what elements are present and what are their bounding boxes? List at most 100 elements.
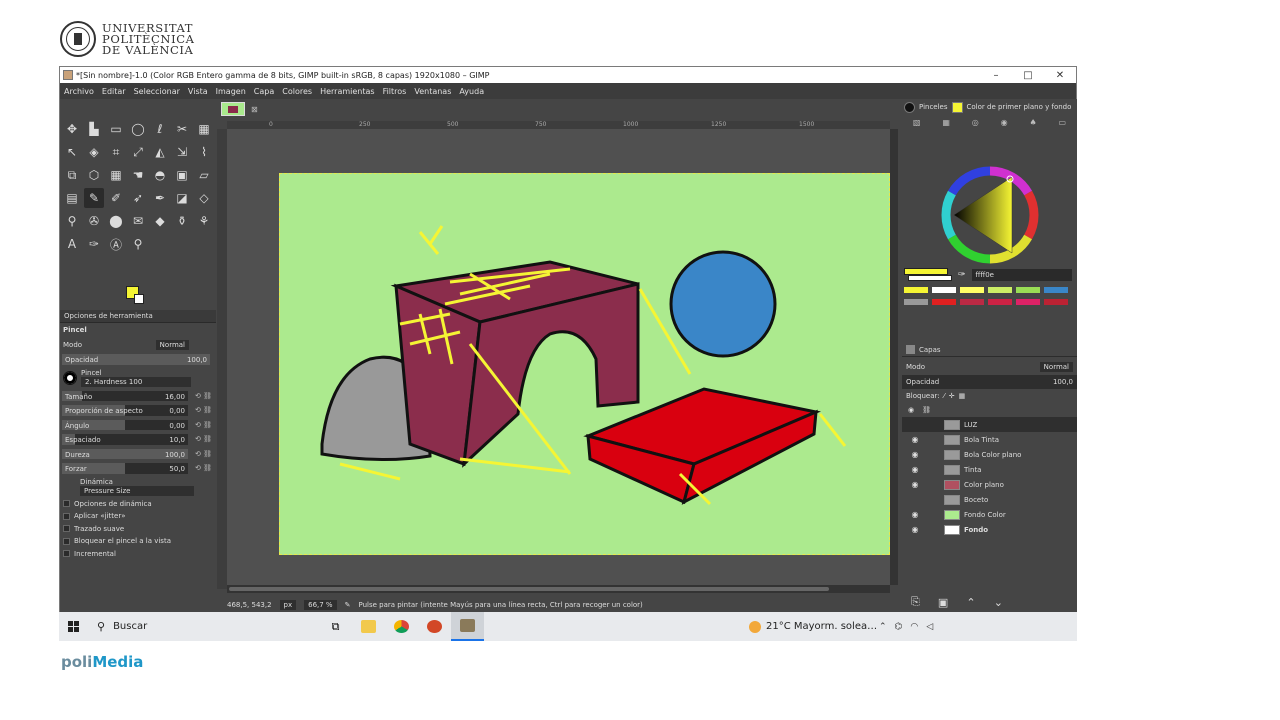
tray-volume-icon[interactable]: ◁ bbox=[926, 622, 933, 632]
menu-imagen[interactable]: Imagen bbox=[212, 87, 250, 96]
dodge-icon[interactable]: ⚱ bbox=[172, 211, 192, 231]
text-tool-icon[interactable]: A bbox=[62, 234, 82, 254]
file-explorer-icon[interactable] bbox=[352, 612, 385, 641]
palette-swatch[interactable] bbox=[1016, 287, 1040, 293]
smudge-icon[interactable]: ☚ bbox=[128, 165, 148, 185]
menu-seleccionar[interactable]: Seleccionar bbox=[130, 87, 184, 96]
palette-swatch[interactable] bbox=[988, 299, 1012, 305]
weather-widget[interactable]: 21°C Mayorm. solea… bbox=[749, 612, 877, 641]
powerpoint-icon[interactable] bbox=[418, 612, 451, 641]
color-picker-icon[interactable]: ✑ bbox=[84, 234, 104, 254]
heal-icon[interactable]: ◪ bbox=[172, 188, 192, 208]
layer-visibility-icon[interactable]: ◉ bbox=[908, 525, 922, 534]
transform-icon[interactable]: ⤢ bbox=[128, 142, 148, 162]
fgbg-tab-icon[interactable] bbox=[951, 101, 963, 113]
horizontal-scroll-thumb[interactable] bbox=[229, 587, 829, 591]
handle-transform-icon[interactable]: Ⓐ bbox=[106, 234, 126, 254]
airbrush-icon[interactable]: ➶ bbox=[128, 188, 148, 208]
brushes-tab-icon[interactable] bbox=[904, 101, 915, 113]
align-tool-icon[interactable]: ▙ bbox=[84, 119, 104, 139]
opacity-slider[interactable]: Opacidad 100,0 bbox=[62, 354, 210, 365]
option-slider[interactable]: Espaciado 10,0 bbox=[62, 434, 188, 445]
option-slider[interactable]: Forzar 50,0 bbox=[62, 463, 188, 474]
layer-row[interactable]: ◉ Color plano bbox=[902, 477, 1077, 492]
brush-preview-icon[interactable] bbox=[63, 370, 77, 385]
menu-vista[interactable]: Vista bbox=[184, 87, 212, 96]
3d-transform-icon[interactable]: ⬡ bbox=[84, 165, 104, 185]
canvas-viewport[interactable] bbox=[227, 129, 890, 585]
brush-name[interactable]: 2. Hardness 100 bbox=[81, 376, 191, 387]
layer-row[interactable]: ◉ Bola Tinta bbox=[902, 432, 1077, 447]
menu-ventanas[interactable]: Ventanas bbox=[410, 87, 455, 96]
cmyk-icon[interactable]: ▦ bbox=[942, 118, 950, 127]
background-color-swatch[interactable] bbox=[134, 294, 144, 304]
watercolor-icon[interactable]: ♠ bbox=[1029, 118, 1036, 127]
eraser-icon[interactable]: ▱ bbox=[194, 165, 214, 185]
zoom-dropdown[interactable]: 66,7 % bbox=[304, 600, 337, 610]
menu-filtros[interactable]: Filtros bbox=[379, 87, 411, 96]
palette-swatch[interactable] bbox=[960, 287, 984, 293]
ellipse-select-icon[interactable]: ◯ bbox=[128, 119, 148, 139]
option-slider[interactable]: Proporción de aspecto 0,00 bbox=[62, 405, 188, 416]
hex-input[interactable]: ffff0e bbox=[971, 269, 1072, 281]
blur-icon[interactable]: ⬤ bbox=[106, 211, 126, 231]
drawing-canvas[interactable] bbox=[279, 173, 890, 555]
layer-row[interactable]: ◉ Bola Color plano bbox=[902, 447, 1077, 462]
drop-icon[interactable]: ◆ bbox=[150, 211, 170, 231]
move-tool-icon[interactable]: ✥ bbox=[62, 119, 82, 139]
palette-swatch[interactable] bbox=[1044, 287, 1068, 293]
option-checkbox-row[interactable]: Incremental bbox=[60, 548, 216, 561]
chrome-icon[interactable] bbox=[385, 612, 418, 641]
slider-reset-icon[interactable]: ⟲ ⛓ bbox=[194, 406, 212, 415]
dynamics-value[interactable]: Pressure Size bbox=[80, 485, 194, 496]
wheel-icon[interactable]: ◉ bbox=[1001, 118, 1008, 127]
option-checkbox[interactable] bbox=[63, 512, 70, 520]
layer-row[interactable]: LUZ bbox=[902, 417, 1077, 432]
tool-options-tab[interactable]: Opciones de herramienta bbox=[60, 310, 216, 323]
menu-capa[interactable]: Capa bbox=[250, 87, 278, 96]
image-icon[interactable]: ▣ bbox=[172, 165, 192, 185]
taskbar-search[interactable]: ⚲ Buscar bbox=[87, 612, 319, 641]
brushes-tab[interactable]: Pinceles bbox=[919, 103, 948, 111]
lock-position-icon[interactable]: ✛ bbox=[949, 392, 955, 400]
palette-icon[interactable]: ▭ bbox=[1058, 118, 1066, 127]
slider-reset-icon[interactable]: ⟲ ⛓ bbox=[194, 392, 212, 401]
path-icon[interactable]: ⚘ bbox=[194, 211, 214, 231]
layer-row[interactable]: Boceto bbox=[902, 492, 1077, 507]
palette-swatch[interactable] bbox=[960, 299, 984, 305]
image-tab-thumbnail[interactable] bbox=[221, 102, 245, 116]
layers-opacity-value[interactable]: 100,0 bbox=[1053, 378, 1073, 386]
perspective-clone-icon[interactable]: ✇ bbox=[84, 211, 104, 231]
scissors-icon[interactable]: ✂ bbox=[172, 119, 192, 139]
tray-wifi-icon[interactable]: ◠ bbox=[910, 622, 918, 632]
pencil-icon[interactable]: ✐ bbox=[106, 188, 126, 208]
palette-swatch[interactable] bbox=[988, 287, 1012, 293]
close-button[interactable]: ✕ bbox=[1044, 70, 1076, 81]
slider-reset-icon[interactable]: ⟲ ⛓ bbox=[194, 450, 212, 459]
task-view-icon[interactable]: ⧉ bbox=[319, 612, 352, 641]
palette-swatch[interactable] bbox=[904, 299, 928, 305]
layer-visibility-icon[interactable]: ◉ bbox=[908, 435, 922, 444]
measure-icon[interactable]: ◈ bbox=[84, 142, 104, 162]
menu-ayuda[interactable]: Ayuda bbox=[455, 87, 488, 96]
gradient-icon[interactable]: ▤ bbox=[62, 188, 82, 208]
option-checkbox-row[interactable]: Aplicar «jitter» bbox=[60, 510, 216, 523]
mini-bg-swatch[interactable] bbox=[908, 275, 952, 281]
option-slider[interactable]: Tamaño 16,00 bbox=[62, 390, 188, 401]
flip-icon[interactable]: ⇲ bbox=[172, 142, 192, 162]
option-slider[interactable]: Ángulo 0,00 bbox=[62, 419, 188, 430]
lower-layer-icon[interactable]: ⌄ bbox=[994, 596, 1003, 609]
layer-row[interactable]: ◉ Fondo bbox=[902, 522, 1077, 537]
layer-row[interactable]: ◉ Fondo Color bbox=[902, 507, 1077, 522]
option-slider[interactable]: Dureza 100,0 bbox=[62, 448, 188, 459]
maximize-button[interactable]: □ bbox=[1012, 70, 1044, 81]
rect-select-icon[interactable]: ▭ bbox=[106, 119, 126, 139]
tray-chevron-icon[interactable]: ⌃ bbox=[879, 622, 887, 632]
palette-swatch[interactable] bbox=[1044, 299, 1068, 305]
menu-editar[interactable]: Editar bbox=[98, 87, 130, 96]
tray-network-icon[interactable]: ⌬ bbox=[895, 622, 903, 632]
ink-icon[interactable]: ✒ bbox=[150, 188, 170, 208]
palette-swatch[interactable] bbox=[932, 299, 956, 305]
speech-icon[interactable]: ✉ bbox=[128, 211, 148, 231]
cage-icon[interactable]: ⧉ bbox=[62, 165, 82, 185]
